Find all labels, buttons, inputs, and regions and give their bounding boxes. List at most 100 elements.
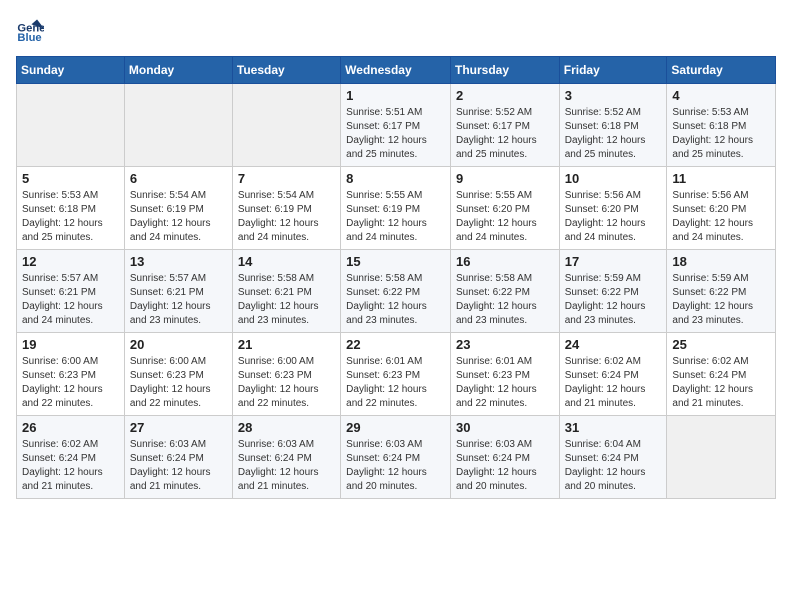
day-info: Sunrise: 6:02 AM Sunset: 6:24 PM Dayligh…	[672, 355, 770, 411]
day-info: Sunrise: 6:03 AM Sunset: 6:24 PM Dayligh…	[238, 438, 335, 494]
day-number: 20	[130, 337, 227, 352]
weekday-header-row: SundayMondayTuesdayWednesdayThursdayFrid…	[17, 57, 776, 84]
day-cell: 3 Sunrise: 5:52 AM Sunset: 6:18 PM Daylig…	[559, 84, 667, 167]
day-info: Sunrise: 6:03 AM Sunset: 6:24 PM Dayligh…	[456, 438, 554, 494]
day-number: 22	[346, 337, 445, 352]
day-number: 8	[346, 171, 445, 186]
day-number: 14	[238, 254, 335, 269]
day-cell: 31 Sunrise: 6:04 AM Sunset: 6:24 PM Dayli…	[559, 416, 667, 499]
day-cell: 19Sunrise: 6:00 AM Sunset: 6:23 PM Dayli…	[17, 333, 125, 416]
day-cell: 11 Sunrise: 5:56 AM Sunset: 6:20 PM Dayli…	[667, 167, 776, 250]
day-info: Sunrise: 5:58 AM Sunset: 6:22 PM Dayligh…	[346, 272, 445, 328]
day-cell: 23 Sunrise: 6:01 AM Sunset: 6:23 PM Dayli…	[450, 333, 559, 416]
day-info: Sunrise: 5:53 AM Sunset: 6:18 PM Dayligh…	[672, 106, 770, 162]
day-info: Sunrise: 5:56 AM Sunset: 6:20 PM Dayligh…	[672, 189, 770, 245]
day-cell: 7Sunrise: 5:54 AM Sunset: 6:19 PM Daylig…	[232, 167, 340, 250]
day-number: 25	[672, 337, 770, 352]
calendar-table: SundayMondayTuesdayWednesdayThursdayFrid…	[16, 56, 776, 499]
day-number: 1	[346, 88, 445, 103]
day-number: 3	[565, 88, 662, 103]
day-number: 2	[456, 88, 554, 103]
day-cell: 15 Sunrise: 5:58 AM Sunset: 6:22 PM Dayli…	[341, 250, 451, 333]
day-info: Sunrise: 6:02 AM Sunset: 6:24 PM Dayligh…	[22, 438, 119, 494]
day-cell: 2 Sunrise: 5:52 AM Sunset: 6:17 PM Daylig…	[450, 84, 559, 167]
svg-text:Blue: Blue	[17, 32, 41, 44]
day-cell	[232, 84, 340, 167]
day-info: Sunrise: 6:03 AM Sunset: 6:24 PM Dayligh…	[130, 438, 227, 494]
week-row-3: 12 Sunrise: 5:57 AM Sunset: 6:21 PM Dayli…	[17, 250, 776, 333]
day-number: 13	[130, 254, 227, 269]
day-info: Sunrise: 6:03 AM Sunset: 6:24 PM Dayligh…	[346, 438, 445, 494]
day-number: 4	[672, 88, 770, 103]
day-cell: 17Sunrise: 5:59 AM Sunset: 6:22 PM Dayli…	[559, 250, 667, 333]
day-info: Sunrise: 5:57 AM Sunset: 6:21 PM Dayligh…	[22, 272, 119, 328]
day-number: 18	[672, 254, 770, 269]
day-cell: 26 Sunrise: 6:02 AM Sunset: 6:24 PM Dayli…	[17, 416, 125, 499]
day-number: 23	[456, 337, 554, 352]
day-cell: 14 Sunrise: 5:58 AM Sunset: 6:21 PM Dayli…	[232, 250, 340, 333]
day-cell: 30 Sunrise: 6:03 AM Sunset: 6:24 PM Dayli…	[450, 416, 559, 499]
weekday-header-thursday: Thursday	[450, 57, 559, 84]
day-number: 12	[22, 254, 119, 269]
day-info: Sunrise: 5:55 AM Sunset: 6:19 PM Dayligh…	[346, 189, 445, 245]
day-cell: 12 Sunrise: 5:57 AM Sunset: 6:21 PM Dayli…	[17, 250, 125, 333]
day-cell: 4 Sunrise: 5:53 AM Sunset: 6:18 PM Daylig…	[667, 84, 776, 167]
day-number: 5	[22, 171, 119, 186]
day-cell: 10 Sunrise: 5:56 AM Sunset: 6:20 PM Dayli…	[559, 167, 667, 250]
day-cell: 8 Sunrise: 5:55 AM Sunset: 6:19 PM Daylig…	[341, 167, 451, 250]
day-number: 9	[456, 171, 554, 186]
day-number: 27	[130, 420, 227, 435]
day-number: 7	[238, 171, 335, 186]
day-cell: 21 Sunrise: 6:00 AM Sunset: 6:23 PM Dayli…	[232, 333, 340, 416]
day-info: Sunrise: 6:04 AM Sunset: 6:24 PM Dayligh…	[565, 438, 662, 494]
weekday-header-tuesday: Tuesday	[232, 57, 340, 84]
day-number: 31	[565, 420, 662, 435]
day-number: 30	[456, 420, 554, 435]
week-row-1: 1 Sunrise: 5:51 AM Sunset: 6:17 PM Daylig…	[17, 84, 776, 167]
weekday-header-friday: Friday	[559, 57, 667, 84]
day-cell: 1 Sunrise: 5:51 AM Sunset: 6:17 PM Daylig…	[341, 84, 451, 167]
day-cell: 18 Sunrise: 5:59 AM Sunset: 6:22 PM Dayli…	[667, 250, 776, 333]
day-number: 26	[22, 420, 119, 435]
day-info: Sunrise: 5:58 AM Sunset: 6:21 PM Dayligh…	[238, 272, 335, 328]
logo-icon: General Blue	[16, 16, 44, 44]
day-number: 17	[565, 254, 662, 269]
day-number: 29	[346, 420, 445, 435]
day-info: Sunrise: 5:55 AM Sunset: 6:20 PM Dayligh…	[456, 189, 554, 245]
day-info: Sunrise: 5:57 AM Sunset: 6:21 PM Dayligh…	[130, 272, 227, 328]
day-info: Sunrise: 5:53 AM Sunset: 6:18 PM Dayligh…	[22, 189, 119, 245]
day-info: Sunrise: 5:56 AM Sunset: 6:20 PM Dayligh…	[565, 189, 662, 245]
day-number: 21	[238, 337, 335, 352]
day-info: Sunrise: 6:00 AM Sunset: 6:23 PM Dayligh…	[238, 355, 335, 411]
day-cell: 6 Sunrise: 5:54 AM Sunset: 6:19 PM Daylig…	[124, 167, 232, 250]
day-number: 15	[346, 254, 445, 269]
day-cell	[17, 84, 125, 167]
day-info: Sunrise: 5:59 AM Sunset: 6:22 PM Dayligh…	[672, 272, 770, 328]
day-cell: 22Sunrise: 6:01 AM Sunset: 6:23 PM Dayli…	[341, 333, 451, 416]
day-info: Sunrise: 5:58 AM Sunset: 6:22 PM Dayligh…	[456, 272, 554, 328]
day-number: 16	[456, 254, 554, 269]
weekday-header-monday: Monday	[124, 57, 232, 84]
week-row-4: 19Sunrise: 6:00 AM Sunset: 6:23 PM Dayli…	[17, 333, 776, 416]
day-info: Sunrise: 6:00 AM Sunset: 6:23 PM Dayligh…	[22, 355, 119, 411]
day-number: 10	[565, 171, 662, 186]
day-info: Sunrise: 5:52 AM Sunset: 6:18 PM Dayligh…	[565, 106, 662, 162]
week-row-5: 26 Sunrise: 6:02 AM Sunset: 6:24 PM Dayli…	[17, 416, 776, 499]
day-info: Sunrise: 6:02 AM Sunset: 6:24 PM Dayligh…	[565, 355, 662, 411]
day-info: Sunrise: 6:01 AM Sunset: 6:23 PM Dayligh…	[456, 355, 554, 411]
day-info: Sunrise: 5:54 AM Sunset: 6:19 PM Dayligh…	[130, 189, 227, 245]
day-cell: 13 Sunrise: 5:57 AM Sunset: 6:21 PM Dayli…	[124, 250, 232, 333]
day-number: 24	[565, 337, 662, 352]
day-cell: 24 Sunrise: 6:02 AM Sunset: 6:24 PM Dayli…	[559, 333, 667, 416]
day-number: 6	[130, 171, 227, 186]
day-number: 11	[672, 171, 770, 186]
day-cell: 20 Sunrise: 6:00 AM Sunset: 6:23 PM Dayli…	[124, 333, 232, 416]
day-cell: 25 Sunrise: 6:02 AM Sunset: 6:24 PM Dayli…	[667, 333, 776, 416]
calendar-header: General Blue	[16, 16, 776, 44]
day-info: Sunrise: 5:51 AM Sunset: 6:17 PM Dayligh…	[346, 106, 445, 162]
day-number: 28	[238, 420, 335, 435]
day-cell: 28 Sunrise: 6:03 AM Sunset: 6:24 PM Dayli…	[232, 416, 340, 499]
day-info: Sunrise: 5:52 AM Sunset: 6:17 PM Dayligh…	[456, 106, 554, 162]
day-info: Sunrise: 6:00 AM Sunset: 6:23 PM Dayligh…	[130, 355, 227, 411]
week-row-2: 5 Sunrise: 5:53 AM Sunset: 6:18 PM Daylig…	[17, 167, 776, 250]
